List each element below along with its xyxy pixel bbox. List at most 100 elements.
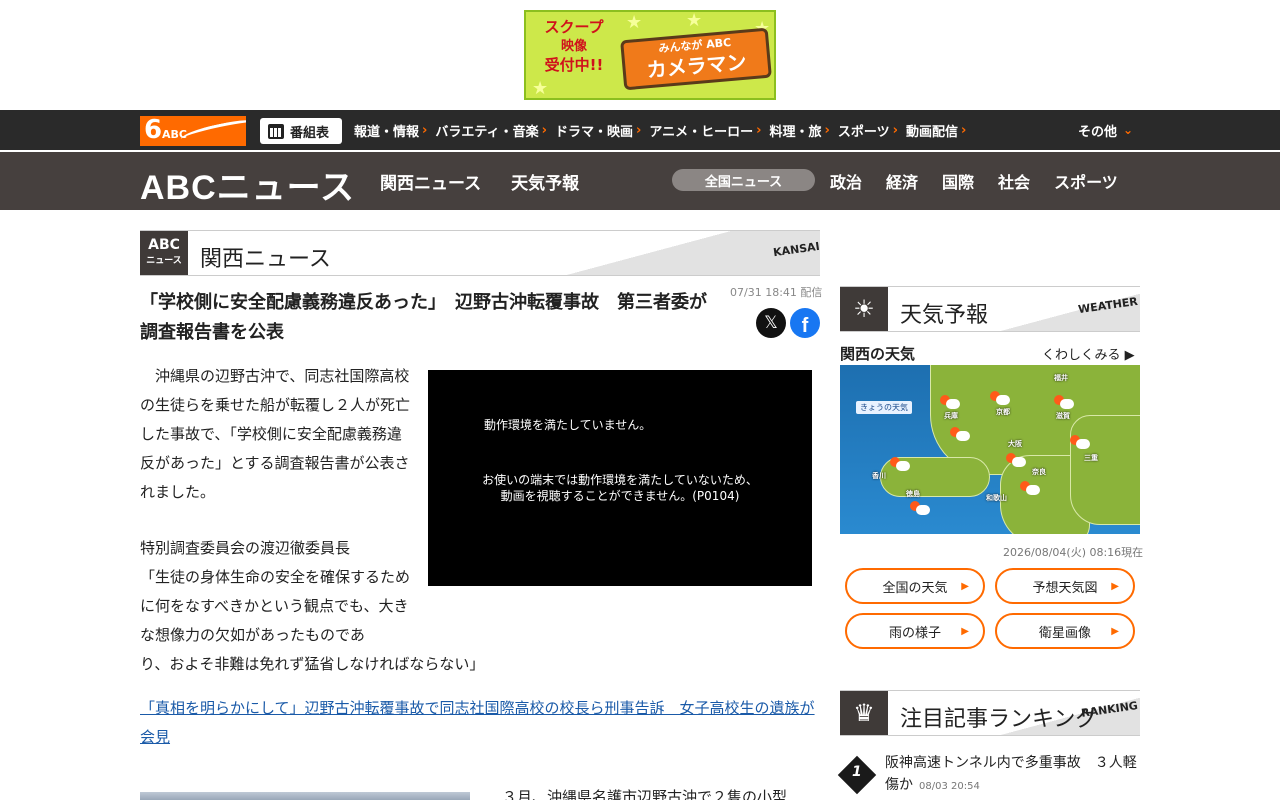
button-label: 全国の天気 [882,580,948,596]
section-title: 関西ニュース [200,247,331,272]
video-player[interactable]: 動作環境を満たしていません。 お使いの端末では動作環境を満たしていないため、 動… [428,370,812,586]
cloud-icon [1076,439,1090,449]
national-weather-button[interactable]: 全国の天気 ▶ [845,568,985,604]
share-x-button[interactable]: 𝕏 [756,308,786,338]
abc-news-badge: ABC ニュース [140,231,188,275]
video-error-text: お使いの端末では動作環境を満たしていないため、 動画を視聴することができません。… [482,473,758,503]
map-city: 大阪 [1008,440,1022,448]
map-city: 兵庫 [944,412,958,420]
weather-timestamp: 2026/08/04(火) 08:16現在 [1003,546,1144,559]
forecast-map-button[interactable]: 予想天気図 ▶ [995,568,1135,604]
ranking-item-title: 阪神高速トンネル内で多重事故 ３人軽傷か 08/03 20:54 [885,752,1140,798]
ad-left-text: スクープ 映像 受付中!! [534,18,614,75]
triangle-right-icon: ▶ [961,626,969,637]
chevron-right-icon: › [960,122,967,138]
section-header: ABC ニュース 関西ニュース KANSAI [140,230,821,276]
nav-item-variety[interactable]: バラエティ・音楽 › [435,121,547,140]
nav-economy[interactable]: 経済 [886,169,918,193]
weather-en-label: WEATHER [1077,294,1139,317]
nav-item-news-info[interactable]: 報道・情報 › [354,121,427,140]
abc-channel-logo[interactable]: 6 ABC [140,116,246,146]
more-label: くわしくみる [1042,348,1121,363]
cloud-icon [896,461,910,471]
news-main-menu: 関西ニュース 天気予報 [380,152,579,210]
section-en-label: KANSAI [772,239,821,260]
news-category-menu: 政治 経済 国際 社会 スポーツ [830,152,1142,210]
nav-item-drama[interactable]: ドラマ・映画 › [555,121,641,140]
kansai-weather-map[interactable]: きょうの天気 福井 兵庫 京都 滋賀 大阪 奈良 三重 香川 徳島 和歌山 [840,365,1140,534]
schedule-label: 番組表 [290,125,330,141]
facebook-icon: f [801,315,809,337]
nav-kansai-news[interactable]: 関西ニュース [380,169,481,194]
calendar-icon [268,123,284,139]
nav-item-streaming[interactable]: 動画配信 › [906,121,966,140]
genre-menu: 報道・情報 › バラエティ・音楽 › ドラマ・映画 › アニメ・ヒーロー › 料理・旅 ›… [354,110,974,150]
chevron-right-icon: › [756,122,762,138]
nav-weather[interactable]: 天気予報 [511,169,579,194]
button-label: 衛星画像 [1038,625,1091,641]
article-image [140,792,470,800]
satellite-button[interactable]: 衛星画像 ▶ [995,613,1135,649]
weather-title: 天気予報 [900,303,989,328]
logo-number: 6 [144,116,163,145]
map-city: 三重 [1084,454,1098,462]
article-title: 「学校側に安全配慮義務違反あった」 辺野古沖転覆事故 第三者委が調査報告書を公表 [140,292,707,343]
map-label: きょうの天気 [856,401,912,414]
rank-number: 1 [852,764,862,780]
nav-label: 動画配信 [905,124,958,140]
article-quote-end: り、およそ非難は免れず猛省しなければならない」 [140,655,485,673]
chevron-right-icon: › [635,122,642,138]
rain-radar-button[interactable]: 雨の様子 ▶ [845,613,985,649]
article-paragraph: 沖縄県の辺野古沖で、同志社国際高校の生徒らを乗せた船が転覆し２人が死亡した事故で… [140,367,411,501]
cloud-icon [1060,399,1074,409]
schedule-button[interactable]: 番組表 [260,118,342,144]
nav-item-sports[interactable]: スポーツ › [838,121,898,140]
weather-icon: ☀ [840,287,888,331]
nav-item-cooking[interactable]: 料理・旅 › [769,121,829,140]
share-facebook-button[interactable]: f [790,308,820,338]
nav-label: スポーツ [837,124,890,140]
nav-international[interactable]: 国際 [942,169,974,193]
nav-label: バラエティ・音楽 [435,124,539,140]
chevron-right-icon: › [541,122,547,138]
nav-item-anime[interactable]: アニメ・ヒーロー › [649,121,761,140]
map-city: 奈良 [1032,468,1046,476]
map-city: 滋賀 [1056,412,1070,420]
map-city: 京都 [996,408,1010,416]
weather-header: ☀ 天気予報 WEATHER [840,286,1140,332]
triangle-right-icon: ▶ [1120,348,1135,363]
article-speaker: 特別調査委員会の渡辺徹委員長 [140,539,351,557]
ad-logo: みんなが ABC カメラマン [620,27,772,91]
article-quote: 「生徒の身体生命の安全を確保するために何をなすべきかという観点でも、大きな想像力… [140,568,411,644]
weather-more-link[interactable]: くわしくみる ▶ [1042,344,1135,363]
map-city: 和歌山 [986,494,1007,502]
cloud-icon [1012,457,1026,467]
cloud-icon [1026,485,1040,495]
chevron-right-icon: › [892,122,898,138]
cloud-icon [956,431,970,441]
related-article-link[interactable]: 「真相を明らかにして」辺野古沖転覆事故で同志社国際高校の校長ら刑事告訴 女子高校… [140,694,820,752]
map-city: 福井 [1054,374,1068,382]
star-icon: ★ [532,78,549,99]
ranking-date: 08/03 20:54 [919,781,980,792]
ad-banner[interactable]: ★ ★ ★ ★ スクープ 映像 受付中!! みんなが ABC カメラマン [524,10,776,100]
crown-icon: ♛ [840,691,888,735]
map-land [1070,415,1140,525]
nav-sports[interactable]: スポーツ [1054,169,1118,193]
cloud-icon [916,505,930,515]
abc-news-logo[interactable]: ABCニュース [140,160,355,209]
star-icon: ★ [686,10,703,31]
nav-national-news[interactable]: 全国ニュース [672,169,815,191]
nav-label: 料理・旅 [769,124,822,140]
cloud-icon [946,399,960,409]
article-paragraph: ３月、沖縄県名護市辺野古沖で２隻の小型 [502,788,788,800]
ad-line: 映像 [560,39,587,54]
triangle-right-icon: ▶ [961,581,969,592]
x-icon: 𝕏 [764,313,778,333]
ad-line: スクープ [544,18,604,36]
triangle-right-icon: ▶ [1111,581,1119,592]
nav-more-button[interactable]: その他 ⌄ [1078,110,1133,150]
nav-politics[interactable]: 政治 [830,169,862,193]
nav-society[interactable]: 社会 [998,169,1030,193]
nav-label: ドラマ・映画 [554,124,633,140]
